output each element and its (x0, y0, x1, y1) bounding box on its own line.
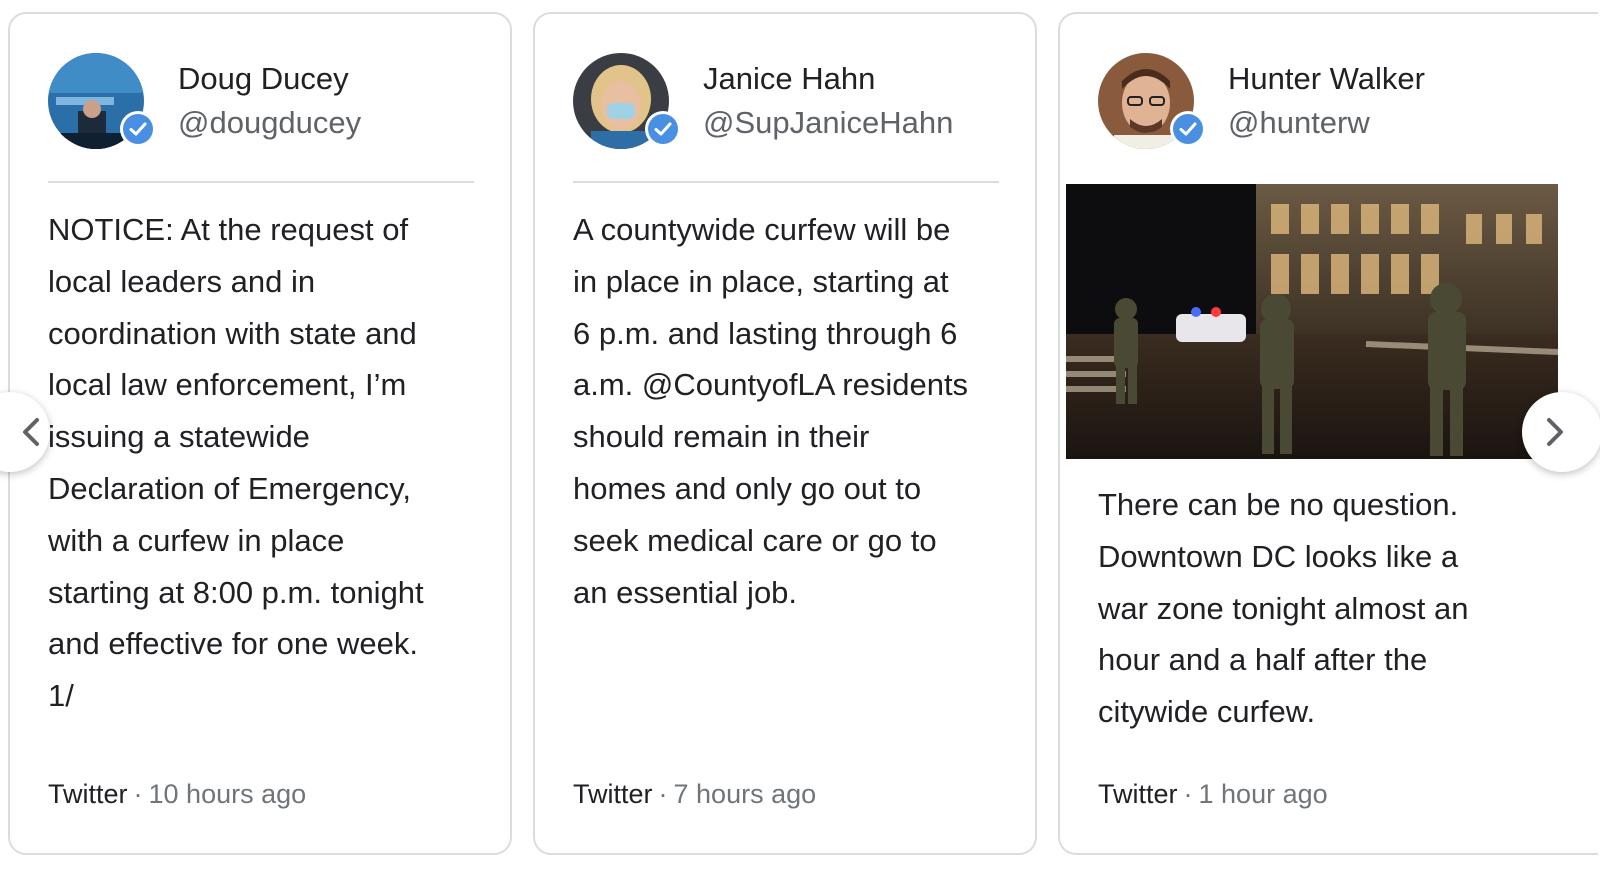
author-name[interactable]: Janice Hahn (703, 57, 953, 101)
tweet-header: Janice Hahn @SupJaniceHahn (573, 52, 1013, 150)
author-handle[interactable]: @hunterw (1228, 101, 1425, 145)
author-handle[interactable]: @dougducey (178, 101, 361, 145)
author-name[interactable]: Hunter Walker (1228, 57, 1425, 101)
avatar[interactable] (48, 53, 156, 149)
verified-badge-icon (645, 111, 681, 147)
verified-badge-icon (1170, 111, 1206, 147)
divider (48, 181, 474, 183)
tweet-text: A countywide curfew will be in place in … (573, 212, 969, 610)
author-names: Janice Hahn @SupJaniceHahn (703, 57, 953, 145)
chevron-right-icon (1544, 417, 1566, 447)
separator: · (133, 779, 143, 809)
tweet-timestamp: 1 hour ago (1198, 779, 1328, 809)
tweet-footer: Twitter · 1 hour ago (1098, 774, 1328, 814)
tweet-header: Doug Ducey @dougducey (48, 52, 488, 150)
chevron-left-icon (20, 417, 42, 447)
divider (573, 181, 999, 183)
author-name[interactable]: Doug Ducey (178, 57, 361, 101)
tweet-source: Twitter (48, 779, 128, 809)
author-handle[interactable]: @SupJaniceHahn (703, 101, 953, 145)
tweet-source: Twitter (1098, 779, 1178, 809)
tweet-timestamp: 10 hours ago (148, 779, 307, 809)
tweet-footer: Twitter · 10 hours ago (48, 774, 306, 814)
carousel-next-button[interactable] (1522, 392, 1600, 472)
author-names: Hunter Walker @hunterw (1228, 57, 1425, 145)
tweet-carousel: Doug Ducey @dougducey NOTICE: At the req… (0, 0, 1600, 880)
avatar[interactable] (1098, 53, 1206, 149)
tweet-card[interactable]: Doug Ducey @dougducey NOTICE: At the req… (8, 12, 512, 855)
tweet-timestamp: 7 hours ago (673, 779, 817, 809)
verified-badge-icon (120, 111, 156, 147)
separator: · (658, 779, 668, 809)
tweet-card[interactable]: Janice Hahn @SupJaniceHahn A countywide … (533, 12, 1037, 855)
tweet-card[interactable]: Hunter Walker @hunterw There can be no q… (1058, 12, 1598, 855)
separator: · (1183, 779, 1193, 809)
tweet-header: Hunter Walker @hunterw (1098, 52, 1538, 150)
avatar[interactable] (573, 53, 681, 149)
tweet-image[interactable] (1066, 184, 1558, 459)
author-names: Doug Ducey @dougducey (178, 57, 361, 145)
tweet-source: Twitter (573, 779, 653, 809)
tweet-text: NOTICE: At the request of local leaders … (48, 212, 424, 714)
tweet-footer: Twitter · 7 hours ago (573, 774, 816, 814)
tweet-text: There can be no question. Downtown DC lo… (1098, 487, 1469, 730)
